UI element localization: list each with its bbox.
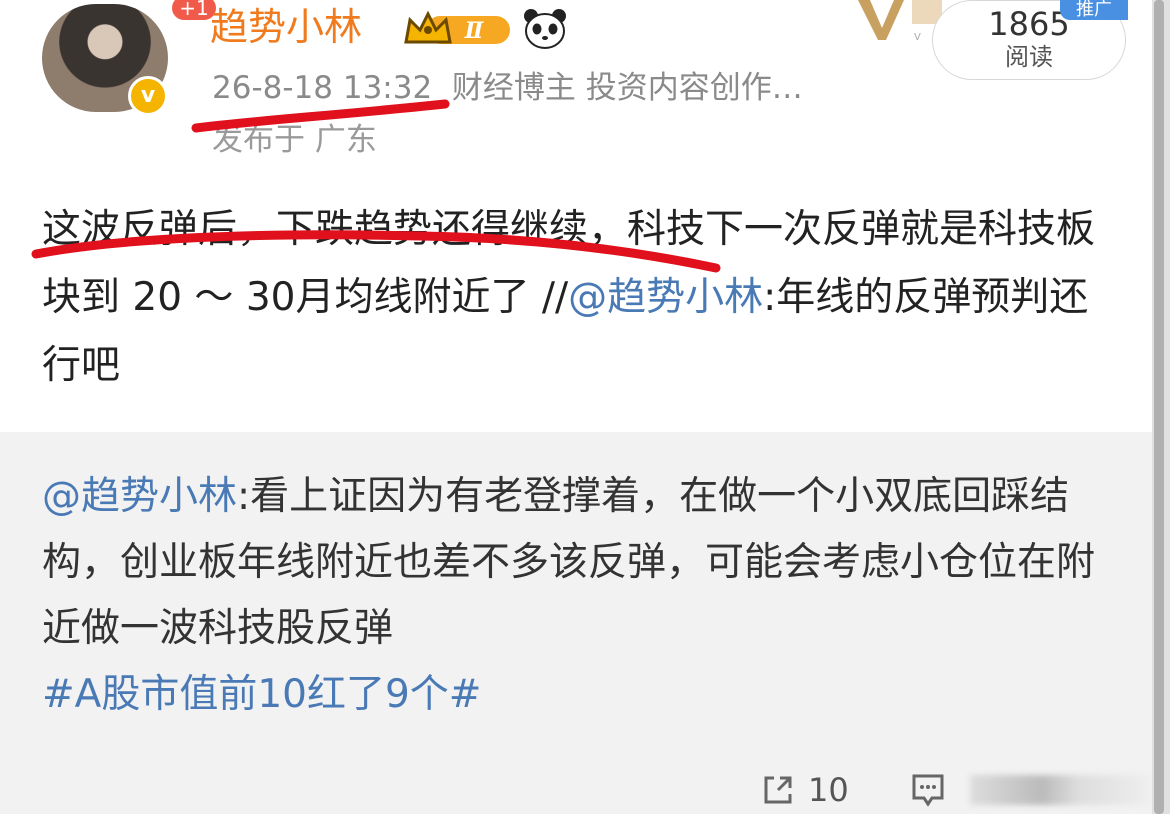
promo-tag[interactable]: 推广 xyxy=(1060,0,1128,20)
action-bar: 10 xyxy=(760,768,1160,812)
panda-icon xyxy=(524,9,566,49)
share-icon xyxy=(764,776,792,804)
timestamp: 26-8-18 13:32 xyxy=(212,70,433,106)
blurred-actions xyxy=(970,768,1150,812)
crown-level-badge-icon: Ⅱ xyxy=(404,10,510,44)
repost-body: @趋势小林:看上证因为有老登撑着，在做一个小双底回踩结构，创业板年线附近也差不多… xyxy=(42,464,1122,728)
post-body: 这波反弹后，下跌趋势还得继续，科技下一次反弹就是科技板块到 20 ～ 30月均线… xyxy=(42,196,1122,400)
badge-level-text: Ⅱ xyxy=(464,18,485,44)
repost-mention[interactable]: @趋势小林 xyxy=(42,474,237,519)
post-body-mention[interactable]: @趋势小林 xyxy=(568,275,763,320)
comment-action[interactable] xyxy=(910,768,946,812)
scrollbar[interactable] xyxy=(1152,0,1170,814)
profile-description: 财经博主 投资内容创作… xyxy=(451,70,803,106)
username[interactable]: 趋势小林 xyxy=(210,2,362,52)
post-meta: 26-8-18 13:32 财经博主 投资内容创作… xyxy=(212,66,803,110)
repost-action[interactable]: 10 xyxy=(760,768,849,812)
hashtag-link[interactable]: #A股市值前10红了9个# xyxy=(42,672,481,717)
repost-card[interactable]: @趋势小林:看上证因为有老登撑着，在做一个小双底回踩结构，创业板年线附近也差不多… xyxy=(0,432,1152,814)
comment-icon xyxy=(912,774,944,807)
location: 发布于 广东 xyxy=(212,122,377,158)
verified-badge-icon: v xyxy=(128,76,168,116)
scrollbar-thumb[interactable] xyxy=(1154,0,1164,814)
svg-text:V: V xyxy=(914,32,921,43)
read-label: 阅读 xyxy=(1005,43,1053,71)
repost-count: 10 xyxy=(808,771,849,809)
